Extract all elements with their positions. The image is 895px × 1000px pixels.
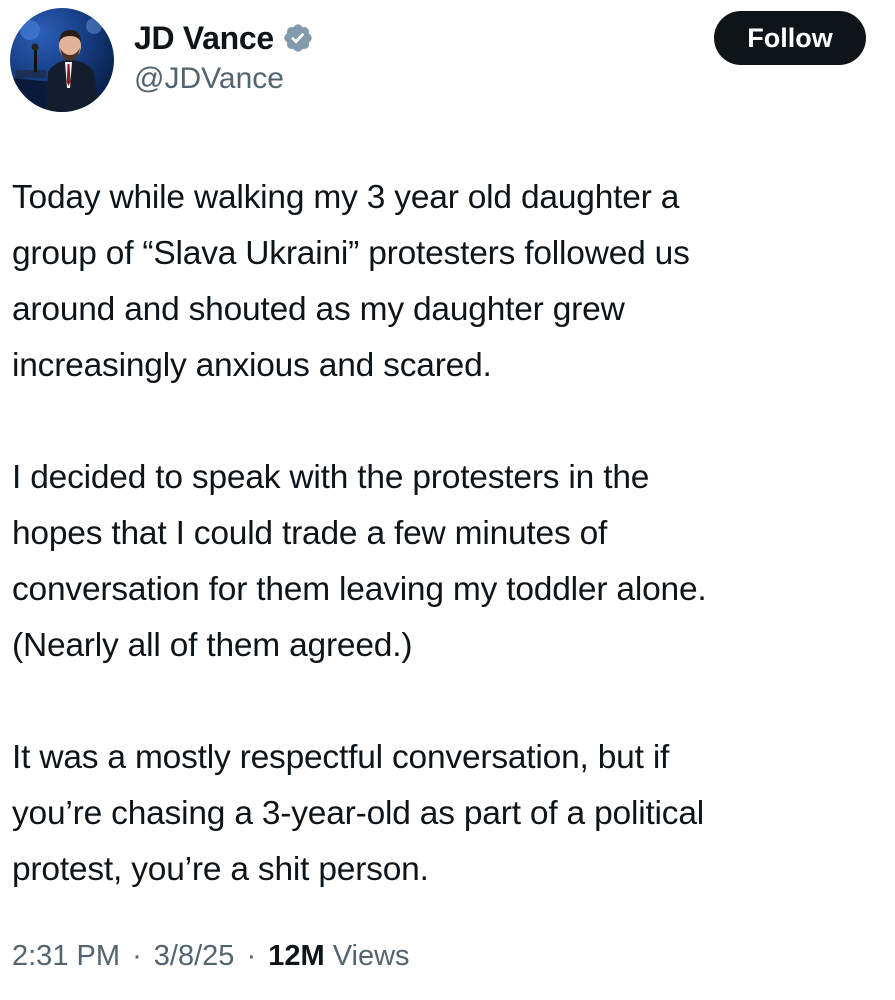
verified-badge-icon[interactable] bbox=[282, 22, 314, 54]
avatar-photo bbox=[10, 18, 102, 112]
tweet-date[interactable]: 3/8/25 bbox=[154, 940, 235, 972]
meta-separator: · bbox=[132, 940, 142, 972]
author-display-name[interactable]: JD Vance bbox=[134, 20, 274, 57]
tweet-paragraph: It was a mostly respectful conversation,… bbox=[12, 739, 705, 888]
tweet-meta: 2:31 PM · 3/8/25 · 12M Views bbox=[12, 940, 410, 973]
tweet-body: Today while walking my 3 year old daught… bbox=[12, 170, 882, 898]
tweet-time[interactable]: 2:31 PM bbox=[12, 940, 120, 972]
tweet-card: JD Vance @JDVance Follow Today while wal… bbox=[0, 0, 895, 1000]
tweet-paragraph: Today while walking my 3 year old daught… bbox=[12, 179, 690, 384]
author-handle[interactable]: @JDVance bbox=[134, 62, 314, 96]
views-count: 12M bbox=[268, 940, 325, 972]
meta-separator: · bbox=[246, 940, 257, 972]
avatar[interactable] bbox=[10, 8, 114, 112]
views-label: Views bbox=[332, 940, 410, 972]
author-block: JD Vance @JDVance bbox=[134, 16, 314, 96]
follow-button[interactable]: Follow bbox=[714, 11, 866, 65]
tweet-paragraph: I decided to speak with the protesters i… bbox=[12, 459, 707, 664]
author-name-row: JD Vance bbox=[134, 16, 314, 60]
